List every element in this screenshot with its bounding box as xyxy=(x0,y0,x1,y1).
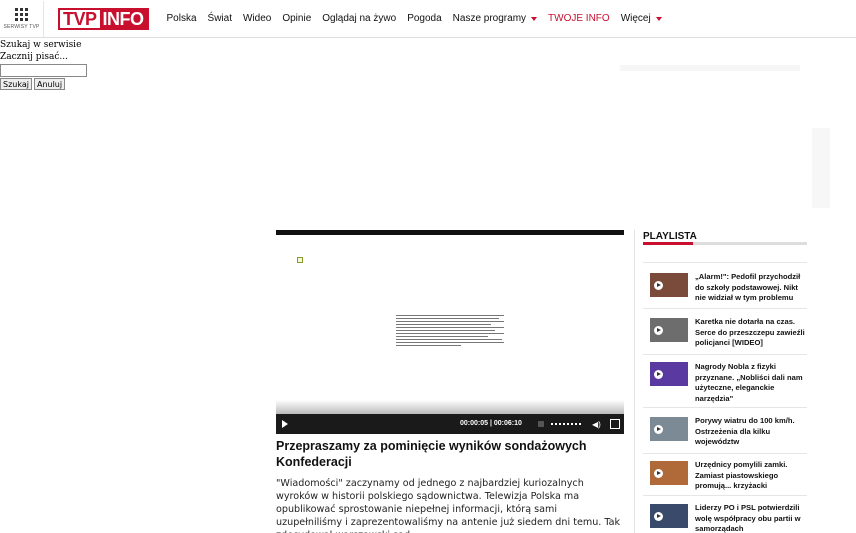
grid-icon xyxy=(15,7,28,21)
article-lead: "Wiadomości" zaczynamy od jednego z najb… xyxy=(276,478,621,533)
nav-item-wiecej[interactable]: Więcej xyxy=(621,13,662,24)
nav-item-twoje-info[interactable]: TWOJE INFO xyxy=(548,13,610,24)
video-frame-document xyxy=(396,315,504,355)
playlist-item[interactable]: Urzędnicy pomylili zamki. Zamiast piasto… xyxy=(643,453,807,495)
services-label: SERWISY TVP xyxy=(3,23,40,30)
time-display: 00:00:05 | 00:06:10 xyxy=(460,420,522,427)
play-icon xyxy=(654,469,663,478)
play-icon xyxy=(282,420,288,428)
playlist-item[interactable]: Nagrody Nobla z fizyki przyznane. „Nobli… xyxy=(643,354,807,407)
chevron-down-icon xyxy=(531,16,538,21)
video-player[interactable]: 00:00:05 | 00:06:10 ◀) xyxy=(276,230,624,435)
services-menu-button[interactable]: SERWISY TVP xyxy=(0,0,44,37)
volume-slider[interactable] xyxy=(551,423,581,425)
player-controls: 00:00:05 | 00:06:10 ◀) xyxy=(276,414,624,434)
video-thumbnail[interactable] xyxy=(650,504,688,528)
playlist-item-title[interactable]: Urzędnicy pomylili zamki. Zamiast piasto… xyxy=(695,460,805,492)
main-nav: Polska Świat Wideo Opinie Oglądaj na żyw… xyxy=(167,13,673,24)
nav-label: Polska xyxy=(166,13,197,24)
search-submit-button[interactable]: Szukaj xyxy=(0,78,32,90)
playlist-item-title[interactable]: Karetka nie dotarła na czas. Serce do pr… xyxy=(695,317,805,349)
top-navigation-bar: SERWISY TVP TVP INFO Polska Świat Wideo … xyxy=(0,0,856,38)
playlist-item[interactable]: Porywy wiatru do 100 km/h. Ostrzeżenia d… xyxy=(643,407,807,453)
nav-label: Nasze programy xyxy=(452,13,527,24)
player-gradient xyxy=(276,400,624,414)
nav-label: Świat xyxy=(207,13,232,24)
play-button[interactable] xyxy=(276,414,294,434)
rewind-icon[interactable] xyxy=(538,421,544,427)
nav-label: Więcej xyxy=(620,13,651,24)
chevron-down-icon xyxy=(655,16,662,21)
play-icon xyxy=(654,326,663,335)
nav-item-swiat[interactable]: Świat xyxy=(208,13,232,24)
playlist-item[interactable]: „Alarm!": Pedofil przychodził do szkoły … xyxy=(643,262,807,308)
search-title: Szukaj w serwisie xyxy=(0,40,82,50)
video-thumbnail[interactable] xyxy=(650,318,688,342)
playlist-item[interactable]: Liderzy PO i PSL potwierdzili wolę współ… xyxy=(643,495,807,533)
nav-item-opinie[interactable]: Opinie xyxy=(282,13,311,24)
playlist-item-title[interactable]: „Alarm!": Pedofil przychodził do szkoły … xyxy=(695,272,805,304)
playlist-item-title[interactable]: Nagrody Nobla z fizyki przyznane. „Nobli… xyxy=(695,362,805,404)
nav-item-polska[interactable]: Polska xyxy=(167,13,197,24)
search-cancel-button[interactable]: Anuluj xyxy=(33,78,66,90)
article-headline: Przepraszamy za pominięcie wyników sonda… xyxy=(276,439,587,469)
video-thumbnail[interactable] xyxy=(650,461,688,485)
video-thumbnail[interactable] xyxy=(650,362,688,386)
play-icon xyxy=(654,370,663,379)
nav-label: Oglądaj na żywo xyxy=(322,13,397,24)
play-icon xyxy=(654,425,663,434)
player-top-border xyxy=(276,230,624,235)
nav-item-ogladaj-na-zywo[interactable]: Oglądaj na żywo xyxy=(322,13,396,24)
playlist-item-title[interactable]: Liderzy PO i PSL potwierdzili wolę współ… xyxy=(695,503,805,533)
video-thumbnail[interactable] xyxy=(650,273,688,297)
video-thumbnail[interactable] xyxy=(650,417,688,441)
playlist-underline xyxy=(643,242,807,245)
playlist-item-title[interactable]: Porywy wiatru do 100 km/h. Ostrzeżenia d… xyxy=(695,416,805,448)
subtitle-icon xyxy=(297,257,303,263)
nav-label: TWOJE INFO xyxy=(548,13,610,24)
ad-placeholder xyxy=(620,65,800,71)
logo-info-text: INFO xyxy=(99,9,147,28)
speaker-icon[interactable]: ◀) xyxy=(592,420,601,429)
nav-label: Opinie xyxy=(282,13,312,24)
fullscreen-icon[interactable] xyxy=(610,419,620,429)
search-hint: Zacznij pisać... xyxy=(0,52,68,62)
play-icon xyxy=(654,512,663,521)
column-divider xyxy=(634,230,635,533)
logo-tvp-text: TVP xyxy=(60,9,100,28)
ad-placeholder xyxy=(812,128,830,208)
nav-item-nasze-programy[interactable]: Nasze programy xyxy=(452,13,538,24)
nav-item-wideo[interactable]: Wideo xyxy=(243,13,271,24)
playlist-item[interactable]: Karetka nie dotarła na czas. Serce do pr… xyxy=(643,308,807,354)
play-icon xyxy=(654,281,663,290)
nav-label: Pogoda xyxy=(407,13,442,24)
search-form: Szukaj w serwisie Zacznij pisać... Szuka… xyxy=(0,39,87,90)
playlist-title: PLAYLISTA xyxy=(643,231,697,242)
tvp-info-logo[interactable]: TVP INFO xyxy=(58,7,149,30)
nav-item-pogoda[interactable]: Pogoda xyxy=(407,13,441,24)
search-input[interactable] xyxy=(0,64,87,77)
nav-label: Wideo xyxy=(242,13,272,24)
